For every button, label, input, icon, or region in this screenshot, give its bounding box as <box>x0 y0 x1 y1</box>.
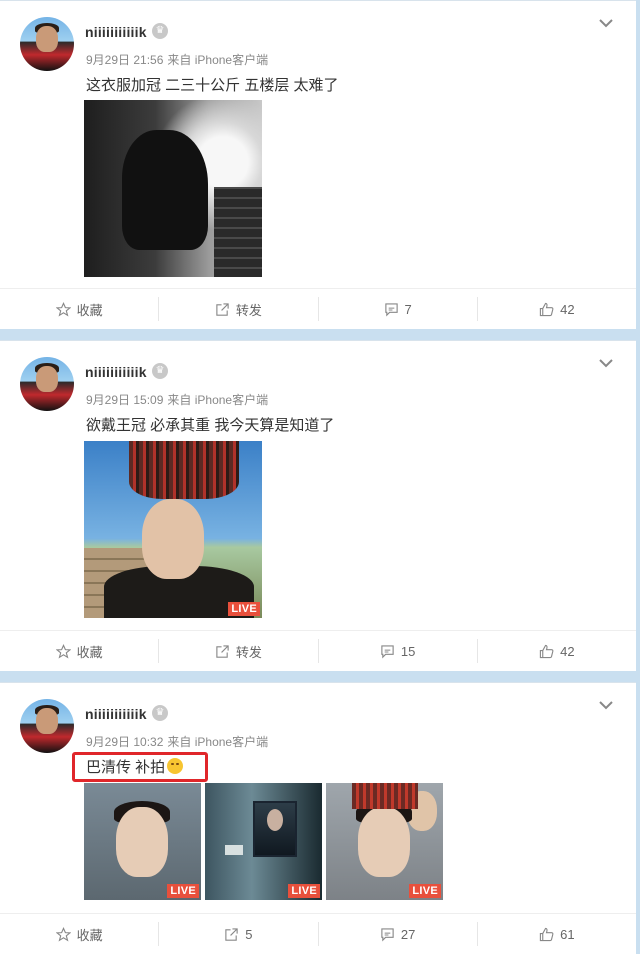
live-badge: LIVE <box>228 602 260 616</box>
live-badge: LIVE <box>167 884 199 898</box>
chevron-down-icon[interactable] <box>598 355 614 371</box>
like-count: 42 <box>560 643 575 659</box>
favorite-label: 收藏 <box>76 644 103 660</box>
repost-label: 转发 <box>235 302 262 318</box>
crown-icon: ♛ <box>152 363 168 379</box>
live-badge: LIVE <box>288 884 320 898</box>
thumbs-up-icon <box>539 644 554 658</box>
favorite-label: 收藏 <box>76 302 103 318</box>
favorite-button[interactable]: 收藏 <box>0 297 158 321</box>
post-source: 来自 iPhone客户端 <box>167 735 269 749</box>
highlight-annotation <box>72 752 208 782</box>
repost-button[interactable]: 转发 <box>158 297 317 321</box>
avatar[interactable] <box>20 699 74 753</box>
comment-button[interactable]: 7 <box>317 297 477 321</box>
weibo-post: niiiiiiiiiiik ♛ 9月29日 21:56 来自 iPhone客户端 … <box>0 0 636 329</box>
post-image-thumbnail[interactable]: LIVE <box>84 783 201 900</box>
chevron-down-icon[interactable] <box>598 697 614 713</box>
post-text: 这衣服加冠 二三十公斤 五楼层 太难了 <box>86 77 339 94</box>
live-badge: LIVE <box>409 884 441 898</box>
like-count: 42 <box>560 301 575 317</box>
star-icon <box>55 301 71 317</box>
star-icon <box>55 926 71 942</box>
comment-count: 27 <box>400 926 416 942</box>
share-icon <box>216 302 229 316</box>
repost-label: 转发 <box>235 644 262 660</box>
repost-count: 5 <box>245 926 253 942</box>
post-meta: 9月29日 15:09 来自 iPhone客户端 <box>86 391 268 408</box>
post-source: 来自 iPhone客户端 <box>167 393 269 407</box>
avatar[interactable] <box>20 17 74 71</box>
username[interactable]: niiiiiiiiiiik <box>85 706 147 722</box>
post-text: 欲戴王冠 必承其重 我今天算是知道了 <box>86 417 335 434</box>
post-image[interactable]: LIVE <box>84 441 262 618</box>
post-source: 来自 iPhone客户端 <box>167 53 269 67</box>
comment-count: 15 <box>400 643 416 659</box>
post-actions: 收藏 5 27 61 <box>0 913 636 954</box>
chevron-down-icon[interactable] <box>598 15 614 31</box>
post-date[interactable]: 9月29日 10:32 <box>86 735 163 749</box>
like-button[interactable]: 42 <box>476 297 636 321</box>
share-icon <box>225 927 238 941</box>
post-actions: 收藏 转发 7 42 <box>0 288 636 329</box>
post-date[interactable]: 9月29日 15:09 <box>86 393 163 407</box>
crown-icon: ♛ <box>152 705 168 721</box>
post-meta: 9月29日 10:32 来自 iPhone客户端 <box>86 733 268 750</box>
repost-button[interactable]: 5 <box>158 922 317 946</box>
username[interactable]: niiiiiiiiiiik <box>85 364 147 380</box>
post-date[interactable]: 9月29日 21:56 <box>86 53 163 67</box>
favorite-button[interactable]: 收藏 <box>0 922 158 946</box>
thumbs-up-icon <box>539 302 554 316</box>
like-button[interactable]: 42 <box>476 639 636 663</box>
avatar[interactable] <box>20 357 74 411</box>
repost-button[interactable]: 转发 <box>158 639 317 663</box>
comment-icon <box>381 644 394 658</box>
comment-icon <box>381 927 394 941</box>
comment-count: 7 <box>404 301 412 317</box>
comment-icon <box>384 302 398 316</box>
like-count: 61 <box>560 926 575 942</box>
thumbs-up-icon <box>539 927 554 941</box>
post-image-thumbnail[interactable]: LIVE <box>326 783 443 900</box>
comment-button[interactable]: 15 <box>317 639 477 663</box>
post-actions: 收藏 转发 15 42 <box>0 630 636 671</box>
post-meta: 9月29日 21:56 来自 iPhone客户端 <box>86 51 268 68</box>
star-icon <box>55 643 71 659</box>
username[interactable]: niiiiiiiiiiik <box>85 24 147 40</box>
post-image[interactable] <box>84 100 262 277</box>
crown-icon: ♛ <box>152 23 168 39</box>
comment-button[interactable]: 27 <box>317 922 477 946</box>
favorite-label: 收藏 <box>76 927 103 943</box>
favorite-button[interactable]: 收藏 <box>0 639 158 663</box>
like-button[interactable]: 61 <box>476 922 636 946</box>
share-icon <box>216 644 229 658</box>
post-image-thumbnail[interactable]: LIVE <box>205 783 322 900</box>
